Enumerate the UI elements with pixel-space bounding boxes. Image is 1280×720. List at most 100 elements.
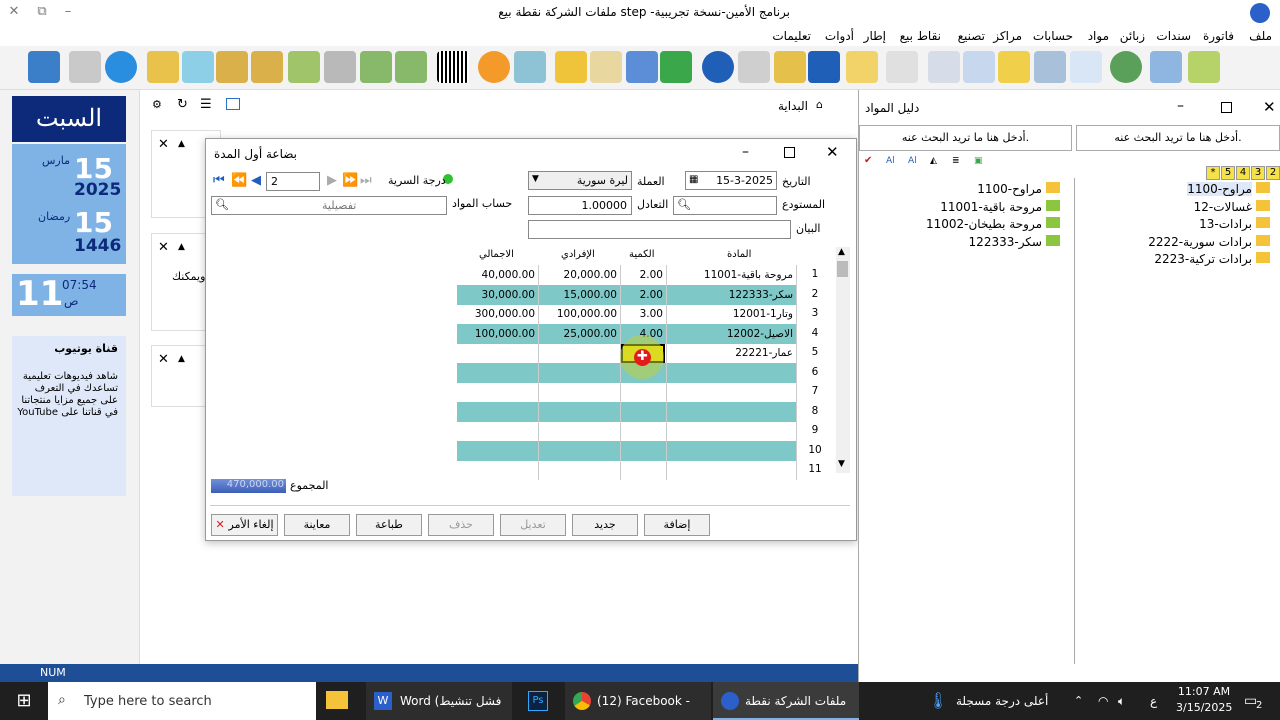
export-icon[interactable] <box>28 51 60 83</box>
user-window-icon[interactable] <box>1034 51 1066 83</box>
users-icon[interactable] <box>251 51 283 83</box>
truck-icon[interactable] <box>324 51 356 83</box>
check-icon[interactable]: ✔ <box>864 155 872 166</box>
cell-item[interactable]: 12002-الاصيل <box>667 323 797 344</box>
cell-unit[interactable] <box>539 421 621 441</box>
documents-icon[interactable] <box>626 51 658 83</box>
chart-icon[interactable] <box>478 51 510 83</box>
preview-button[interactable]: معاينة <box>284 514 350 536</box>
menu-invoice[interactable]: فاتورة <box>1203 29 1234 43</box>
level-tab[interactable]: 5 <box>1221 166 1235 180</box>
transfer-icon[interactable] <box>288 51 320 83</box>
cell-item[interactable]: 12001-وتار1 <box>667 304 797 324</box>
menu-vouchers[interactable]: سندات <box>1156 29 1191 43</box>
users-group-icon[interactable] <box>216 51 248 83</box>
menu-accounts[interactable]: حسابات <box>1033 29 1073 43</box>
cell-qty[interactable]: 3.00 <box>621 304 667 324</box>
cell-item[interactable] <box>667 362 797 383</box>
delete-button[interactable]: حذف <box>428 514 494 536</box>
clock[interactable]: 11:07 AM 3/15/2025 <box>1176 684 1232 716</box>
cell-total[interactable] <box>457 401 539 422</box>
refresh-icon[interactable] <box>105 51 137 83</box>
cell-item[interactable] <box>667 421 797 441</box>
checklist-icon[interactable] <box>590 51 622 83</box>
chevron-up-icon[interactable]: ⌃ <box>1074 682 1083 720</box>
menu-items[interactable]: مواد <box>1088 29 1109 43</box>
folder-pencil-icon[interactable] <box>555 51 587 83</box>
menu-file[interactable]: ملف <box>1249 29 1272 43</box>
minimize-icon[interactable]: – <box>56 4 80 19</box>
wifi-icon[interactable]: ◠ <box>1098 682 1108 720</box>
cell-qty[interactable] <box>621 440 667 461</box>
scroll-thumb[interactable] <box>837 261 848 277</box>
scroll-down-icon[interactable]: ▼ <box>838 459 845 469</box>
close-icon[interactable]: ✕ <box>1263 98 1276 116</box>
maximize-icon[interactable] <box>1221 102 1232 113</box>
add-tool-icon[interactable]: ▣ <box>974 156 983 166</box>
close-icon[interactable]: ✕ <box>158 137 169 152</box>
menu-help[interactable]: تعليمات <box>772 29 811 43</box>
calculator-icon[interactable] <box>69 51 101 83</box>
level-tab[interactable]: * <box>1206 166 1220 180</box>
windows-icon[interactable] <box>963 51 995 83</box>
sort-az-icon[interactable]: Al <box>886 156 895 166</box>
tree-group-item[interactable]: 2223-برادات تركية <box>1154 252 1270 266</box>
calendar-icon[interactable]: ▦ <box>689 174 698 185</box>
search-input-right[interactable]: أدخل هنا ما تريد البحث عنه. <box>1076 125 1280 151</box>
home-icon[interactable]: ⌂ <box>816 98 830 111</box>
minimize-icon[interactable]: – <box>1177 98 1184 114</box>
cell-qty[interactable] <box>621 401 667 422</box>
language-indicator[interactable]: ع <box>1150 682 1157 720</box>
deliver-icon[interactable] <box>395 51 427 83</box>
cell-item[interactable]: 11001-مروحة باقية <box>667 265 797 285</box>
settings-icon[interactable]: ⚙ <box>152 98 162 111</box>
table-row[interactable] <box>457 401 797 422</box>
collapse-icon[interactable]: ▲ <box>178 242 185 252</box>
warehouse-field[interactable]: 🔍︎ <box>673 196 777 215</box>
menu-tools[interactable]: أدوات <box>825 29 854 43</box>
edit-button[interactable]: تعديل <box>500 514 566 536</box>
table-row[interactable] <box>457 440 797 461</box>
level-tab[interactable]: 2 <box>1266 166 1280 180</box>
table-row[interactable] <box>457 382 797 402</box>
cell-total[interactable] <box>457 421 539 441</box>
books-icon[interactable] <box>660 51 692 83</box>
cell-qty[interactable] <box>621 421 667 441</box>
search-icon[interactable]: 🔍︎ <box>215 198 229 211</box>
sort-za-icon[interactable]: Al <box>908 156 917 166</box>
table-row[interactable] <box>457 421 797 441</box>
record-number-input[interactable]: 2 <box>266 172 320 191</box>
cell-unit[interactable]: 20,000.00 <box>539 265 621 285</box>
scroll-up-icon[interactable]: ▲ <box>838 247 845 257</box>
tree-item[interactable]: 122333-سكر <box>969 234 1060 249</box>
report-icon[interactable] <box>514 51 546 83</box>
scale-icon[interactable] <box>774 51 806 83</box>
cell-unit[interactable] <box>539 460 621 480</box>
account-field[interactable]: 🔍︎ تفصيلية <box>211 196 447 215</box>
table-row[interactable]: 30,000.00 15,000.00 2.00 122333-سكر <box>457 284 797 305</box>
cell-total[interactable] <box>457 460 539 480</box>
cell-item[interactable]: 122333-سكر <box>667 284 797 305</box>
volume-icon[interactable]: 🔈︎ <box>1118 682 1125 720</box>
pen-icon[interactable] <box>886 51 918 83</box>
tree-item[interactable]: 1100-مراوح <box>977 182 1060 196</box>
cell-item[interactable] <box>667 382 797 402</box>
cell-unit[interactable]: 25,000.00 <box>539 323 621 344</box>
rate-field[interactable]: 1.00000 <box>528 196 632 215</box>
tree-group-item[interactable]: 1100-مراوح <box>1187 182 1270 196</box>
cell-qty[interactable] <box>621 460 667 480</box>
taskbar-alameen[interactable]: ملفات الشركة نقطة ... <box>713 682 859 720</box>
cell-unit[interactable] <box>539 440 621 461</box>
level-tab[interactable]: 4 <box>1236 166 1250 180</box>
menu-pos[interactable]: نقاط بيع <box>900 29 941 43</box>
edit-window-icon[interactable] <box>1070 51 1102 83</box>
cell-qty[interactable]: 2.00 <box>621 284 667 305</box>
menu-centers[interactable]: مراكز <box>993 29 1022 43</box>
table-row[interactable]: 40,000.00 20,000.00 2.00 11001-مروحة باقية <box>457 265 797 285</box>
photoshop-icon[interactable]: Ps <box>528 691 548 711</box>
close-icon[interactable]: ✕ <box>158 240 169 255</box>
taskbar-word[interactable]: W Word (فشل تنشيط ا... <box>366 682 512 720</box>
note-icon[interactable] <box>998 51 1030 83</box>
prev-page-icon[interactable]: ⏪ <box>231 173 247 188</box>
screen-icon[interactable] <box>928 51 960 83</box>
